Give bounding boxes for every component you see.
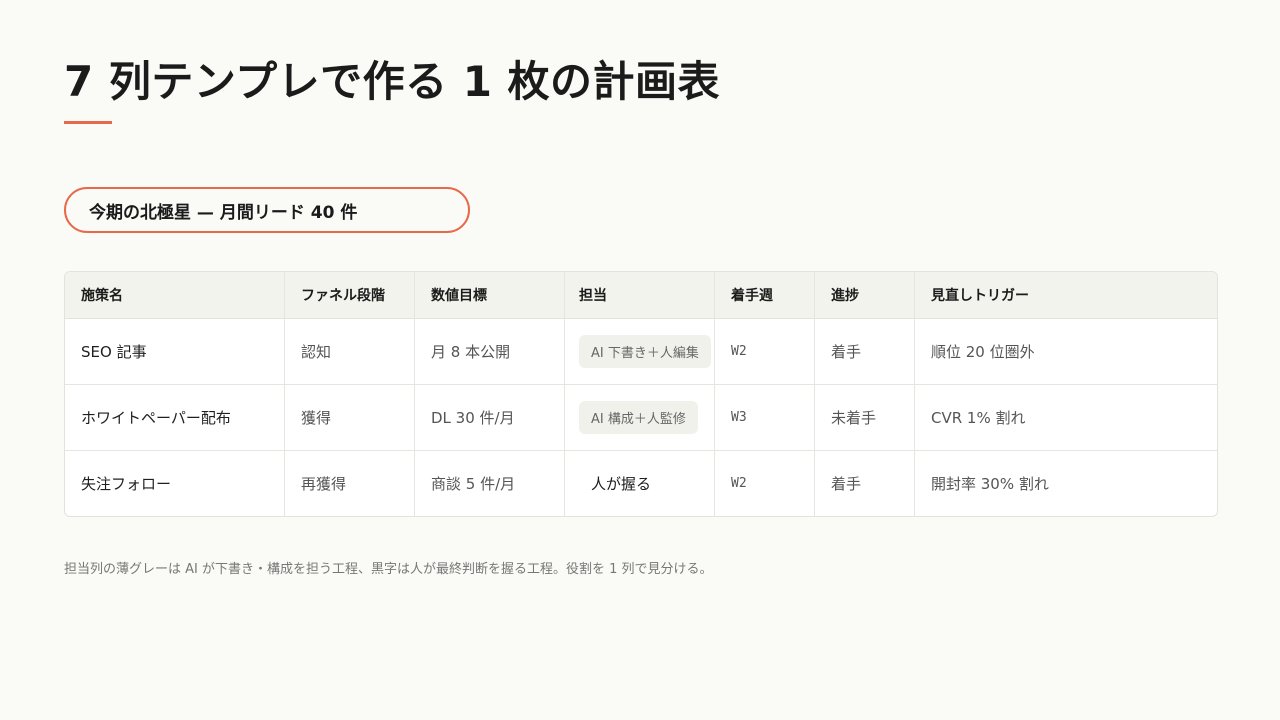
cell-trigger: 開封率 30% 割れ (931, 475, 1049, 493)
cell-target: 商談 5 件/月 (415, 451, 565, 516)
page-title: 7 列テンプレで作る 1 枚の計画表 (64, 57, 721, 106)
cell-status: 着手 (815, 451, 915, 516)
title-accent-bar (64, 121, 112, 124)
cell-week: W3 (715, 385, 815, 450)
table-row: SEO 記事 認知 月 8 本公開 AI 下書き＋人編集 W2 着手 順位 20… (65, 319, 1217, 385)
table-row: ホワイトペーパー配布 獲得 DL 30 件/月 AI 構成＋人監修 W3 未着手… (65, 385, 1217, 451)
cell-target: DL 30 件/月 (415, 385, 565, 450)
cell-stage: 獲得 (285, 385, 415, 450)
owner-ai-tag: AI 下書き＋人編集 (579, 335, 711, 368)
column-header-trigger: 見直しトリガー (931, 288, 1029, 304)
cell-trigger: 順位 20 位圏外 (931, 343, 1035, 361)
north-star-label: 今期の北極星 — 月間リード 40 件 (89, 202, 358, 223)
footnote: 担当列の薄グレーは AI が下書き・構成を担う工程、黒字は人が最終判断を握る工程… (64, 562, 713, 577)
cell-trigger: CVR 1% 割れ (931, 409, 1026, 427)
cell-name: SEO 記事 (65, 319, 285, 384)
cell-owner: AI 下書き＋人編集 (565, 319, 715, 384)
cell-week: W2 (715, 451, 815, 516)
cell-stage: 再獲得 (285, 451, 415, 516)
column-header-name: 施策名 (65, 272, 285, 318)
owner-human-label: 人が握る (591, 475, 652, 493)
cell-stage: 認知 (285, 319, 415, 384)
owner-ai-tag: AI 構成＋人監修 (579, 401, 698, 434)
cell-week: W2 (715, 319, 815, 384)
table-row: 失注フォロー 再獲得 商談 5 件/月 人が握る W2 着手 開封率 30% 割… (65, 451, 1217, 516)
plan-table: 施策名 ファネル段階 数値目標 担当 着手週 進捗 見直しトリガー SEO 記事… (64, 271, 1218, 517)
cell-status: 着手 (815, 319, 915, 384)
cell-owner: 人が握る (565, 451, 715, 516)
cell-owner: AI 構成＋人監修 (565, 385, 715, 450)
column-header-stage: ファネル段階 (285, 272, 415, 318)
cell-status: 未着手 (815, 385, 915, 450)
cell-name: ホワイトペーパー配布 (65, 385, 285, 450)
north-star-badge: 今期の北極星 — 月間リード 40 件 (64, 187, 470, 233)
table-header-row: 施策名 ファネル段階 数値目標 担当 着手週 進捗 見直しトリガー (65, 272, 1217, 319)
cell-name: 失注フォロー (65, 451, 285, 516)
column-header-owner: 担当 (565, 272, 715, 318)
column-header-week: 着手週 (715, 272, 815, 318)
column-header-status: 進捗 (815, 272, 915, 318)
column-header-target: 数値目標 (415, 272, 565, 318)
cell-target: 月 8 本公開 (415, 319, 565, 384)
